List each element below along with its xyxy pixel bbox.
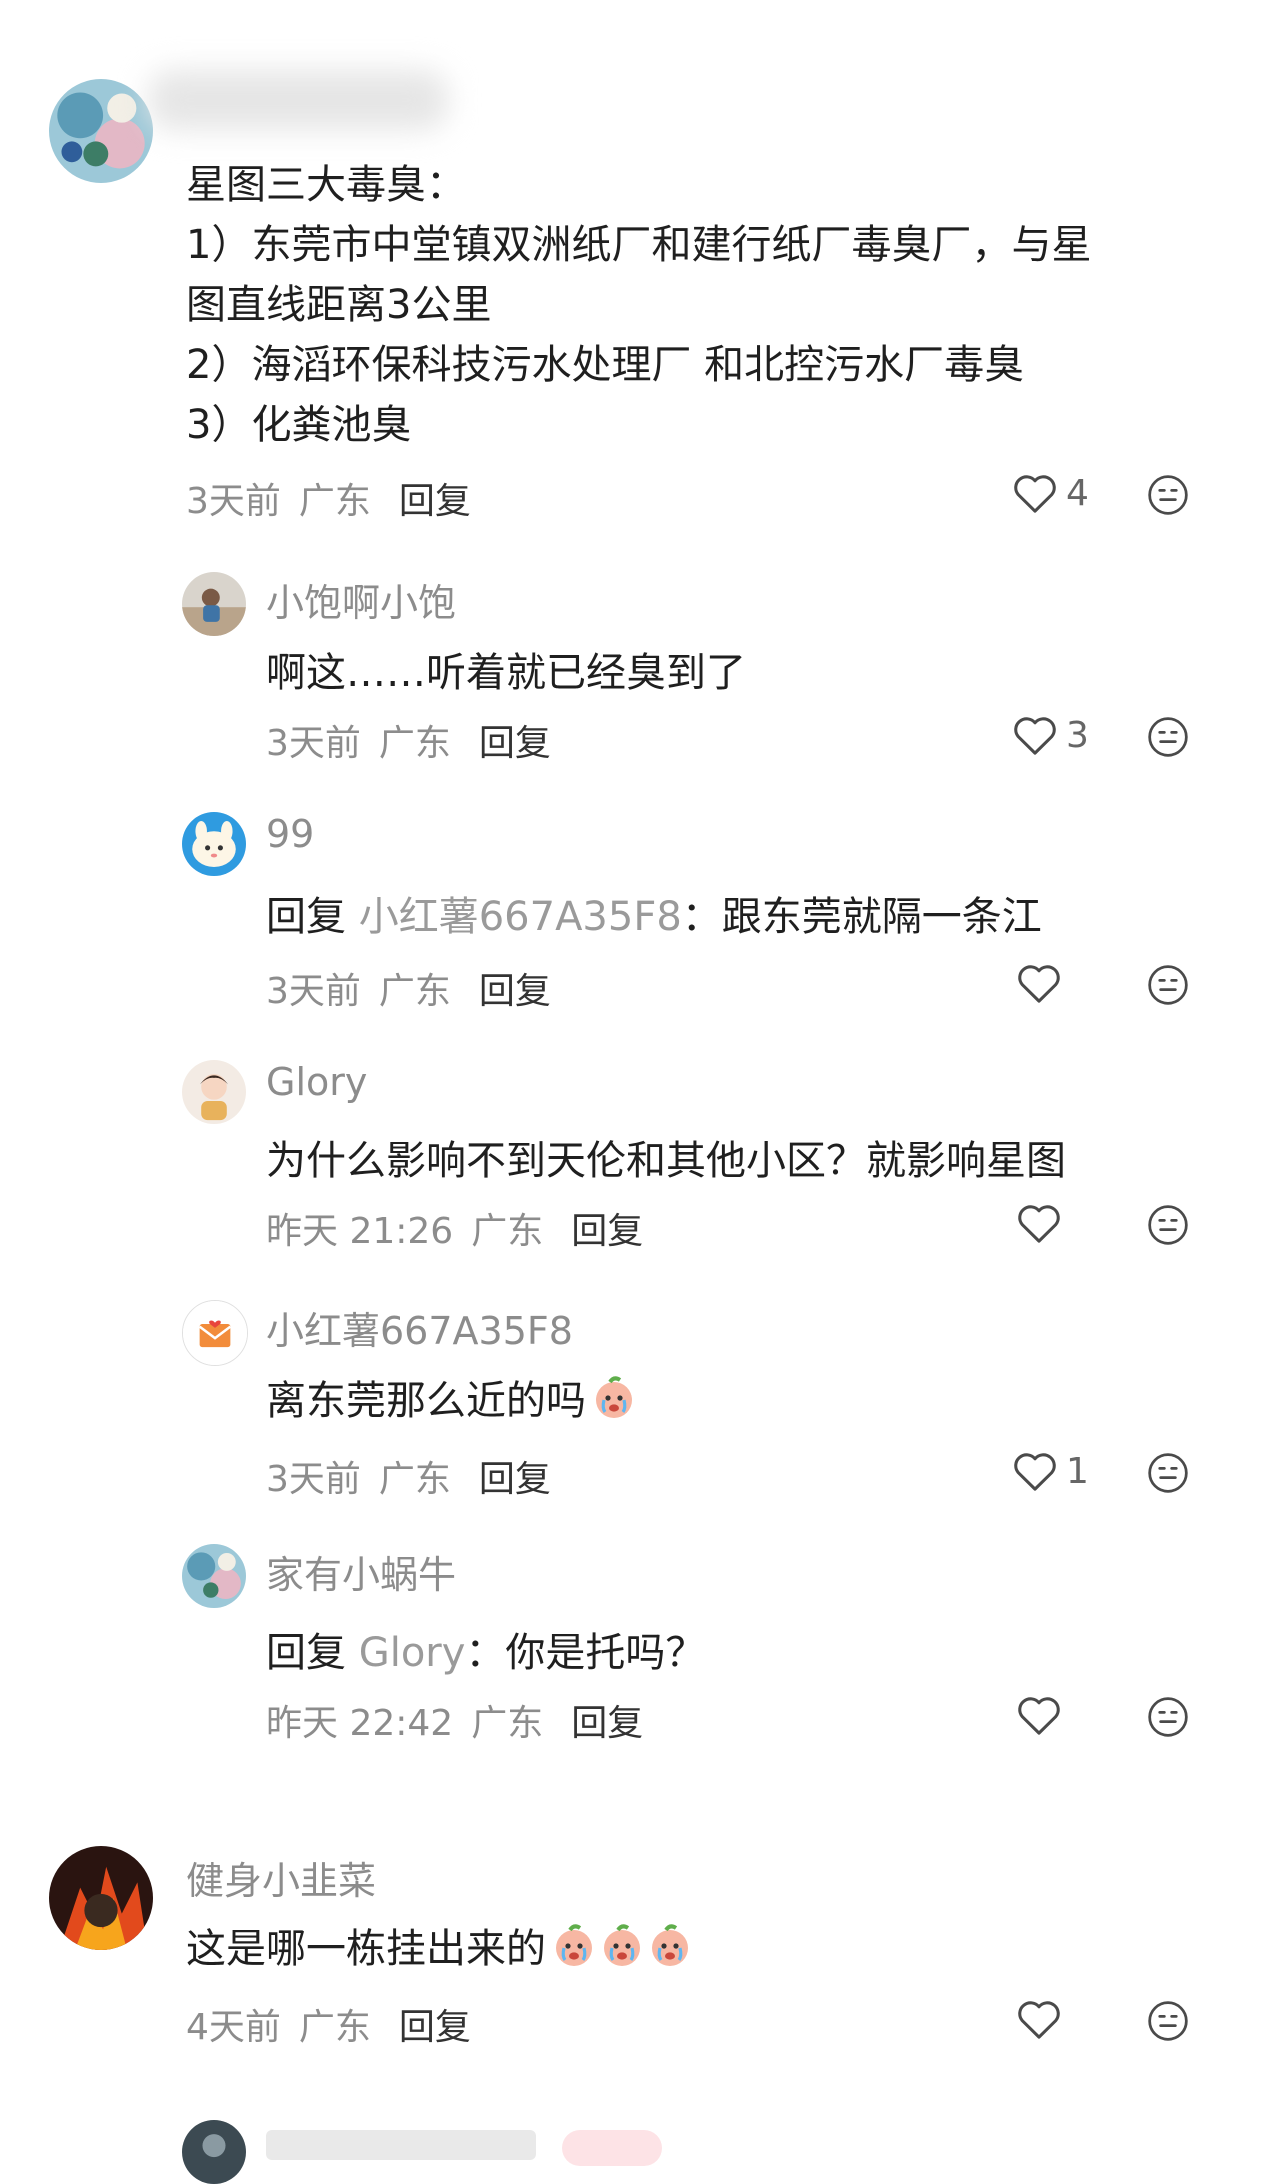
comment-text-line: 星图三大毒臭： [186,162,466,208]
reply-button[interactable]: 回复 [399,481,471,522]
comment-text: 这是哪一栋挂出来的 [186,1916,694,1980]
emoji-face-icon[interactable] [1146,963,1190,1007]
crying-peach-emoji [590,1374,638,1432]
comment-location: 广东 [378,1459,451,1500]
like-button[interactable]: 1 [1012,1450,1089,1492]
comment-time: 4天前 [186,2007,281,2048]
comment-body: 离东莞那么近的吗 [266,1378,586,1424]
emoji-face-icon[interactable] [1146,715,1190,759]
emoji-face-icon[interactable] [1146,1695,1190,1739]
comment-text-line: 图直线距离3公里 [186,282,492,328]
comment-text: 啊这……听着就已经臭到了 [266,650,746,696]
reply-button[interactable]: 回复 [571,1703,643,1744]
crying-peach-emoji [550,1922,598,1980]
emoji-face-icon[interactable] [1146,1451,1190,1495]
heart-outline-icon [1014,717,1056,755]
comment-meta: 昨天 21:26 广东 回复 [266,1202,643,1254]
avatar[interactable] [182,572,246,636]
like-button[interactable] [1016,1998,1070,2040]
like-button[interactable] [1016,1202,1070,1244]
reply-target-username[interactable]: 小红薯667A35F8 [359,894,682,940]
comment-meta: 3天前 广东 回复 [186,472,471,524]
heart-outline-icon [1018,1697,1060,1735]
comment-meta: 3天前 广东 回复 [266,714,551,766]
username[interactable]: 小红薯667A35F8 [266,1300,573,1355]
comment-location: 广东 [298,481,371,522]
heart-outline-icon [1018,2001,1060,2039]
author-badge-partial [562,2130,662,2166]
username[interactable]: 家有小蜗牛 [266,1544,456,1599]
emoji-face-icon[interactable] [1146,1999,1190,2043]
reply-body: ：跟东莞就隔一条江 [681,894,1042,940]
comment-time: 昨天 22:42 [266,1703,454,1744]
reply-target-username[interactable]: Glory [359,1630,466,1676]
like-count: 4 [1066,472,1089,514]
comment-meta: 4天前 广东 回复 [186,1998,471,2050]
comment-time: 3天前 [266,1459,361,1500]
comment-meta: 3天前 广东 回复 [266,1450,551,1502]
comment-text: 为什么影响不到天伦和其他小区？就影响星图 [266,1138,1066,1184]
avatar[interactable] [182,1300,248,1366]
emoji-face-icon[interactable] [1146,1203,1190,1247]
comment-location: 广东 [471,1211,544,1252]
comment-location: 广东 [378,723,451,764]
avatar[interactable] [182,1060,246,1124]
reply-prefix: 回复 [266,894,346,940]
username[interactable]: 健身小韭菜 [186,1850,376,1905]
heart-outline-icon [1018,965,1060,1003]
reply-button[interactable]: 回复 [399,2007,471,2048]
avatar[interactable] [49,1846,153,1950]
reply-button[interactable]: 回复 [479,1459,551,1500]
comment-text: 回复 小红薯667A35F8：跟东莞就隔一条江 [266,884,1042,942]
comment-meta: 昨天 22:42 广东 回复 [266,1694,643,1746]
crying-peach-emoji [598,1922,646,1980]
comment-text-line: 2）海滔环保科技污水处理厂 和北控污水厂毒臭 [186,342,1025,388]
like-button[interactable] [1016,962,1070,1004]
like-count: 3 [1066,714,1089,756]
comment-time: 昨天 21:26 [266,1211,454,1252]
like-button[interactable]: 3 [1012,714,1089,756]
comment-meta: 3天前 广东 回复 [266,962,551,1014]
reply-button[interactable]: 回复 [571,1211,643,1252]
like-button[interactable]: 4 [1012,472,1089,514]
like-button[interactable] [1016,1694,1070,1736]
reply-button[interactable]: 回复 [479,971,551,1012]
username[interactable]: 小饱啊小饱 [266,572,456,627]
avatar[interactable] [182,1544,246,1608]
heart-outline-icon [1014,1453,1056,1491]
avatar-partial [182,2120,246,2184]
comment-location: 广东 [378,971,451,1012]
comment-time: 3天前 [186,481,281,522]
blurred-username [148,70,448,130]
comment-time: 3天前 [266,723,361,764]
username[interactable]: Glory [266,1060,367,1104]
heart-outline-icon [1014,475,1056,513]
comment-text-line: 3）化粪池臭 [186,402,412,448]
username[interactable]: 99 [266,812,314,856]
avatar[interactable] [49,79,153,183]
comment-time: 3天前 [266,971,361,1012]
reply-body: ：你是托吗？ [465,1630,706,1676]
emoji-face-icon[interactable] [1146,473,1190,517]
comment-location: 广东 [471,1703,544,1744]
like-count: 1 [1066,1450,1089,1492]
comment-text: 回复 Glory：你是托吗？ [266,1620,705,1678]
reply-button[interactable]: 回复 [479,723,551,764]
avatar[interactable] [182,812,246,876]
reply-prefix: 回复 [266,1630,346,1676]
comment-text-line: 1）东莞市中堂镇双洲纸厂和建行纸厂毒臭厂，与星 [186,222,1092,268]
crying-peach-emoji [646,1922,694,1980]
heart-outline-icon [1018,1205,1060,1243]
comment-body: 这是哪一栋挂出来的 [186,1926,546,1972]
comment-location: 广东 [298,2007,371,2048]
partial-username-placeholder [266,2130,536,2160]
comment-text: 离东莞那么近的吗 [266,1368,638,1432]
